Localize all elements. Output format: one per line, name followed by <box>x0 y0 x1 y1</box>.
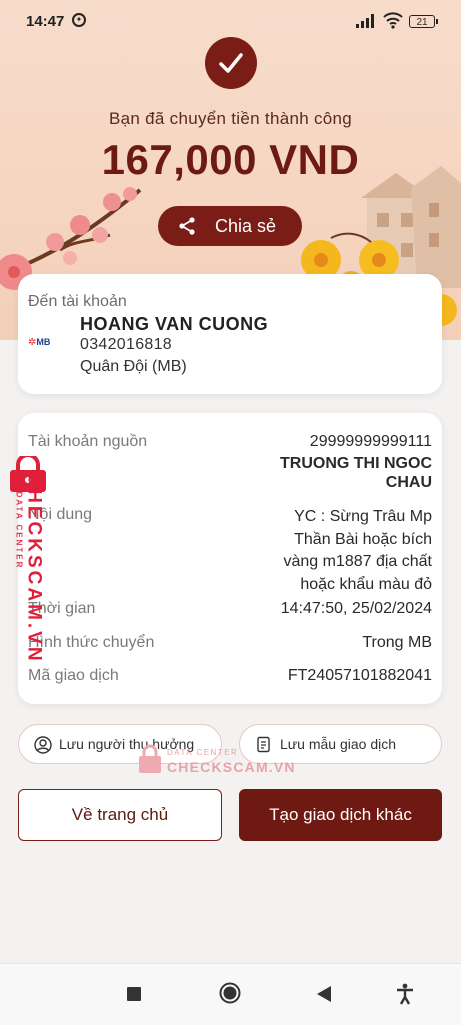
save-template-label: Lưu mẫu giao dịch <box>280 736 396 752</box>
status-time: 14:47 <box>26 13 65 30</box>
watermark-center-subtext: DATA CENTER <box>167 748 239 757</box>
success-message: Bạn đã chuyển tiền thành công <box>108 109 353 128</box>
signal-icon <box>356 14 374 28</box>
source-account-name-line1: TRUONG THI NGOC <box>280 455 432 472</box>
share-label: Chia sẻ <box>215 216 277 236</box>
document-icon <box>257 736 270 753</box>
time-value: 14:47:50, 25/02/2024 <box>280 600 432 617</box>
recipient-bank: Quân Đội (MB) <box>80 358 187 375</box>
system-nav-bar <box>0 963 461 1025</box>
home-icon[interactable] <box>219 982 241 1004</box>
transaction-details-card: Tài khoản nguồn 29999999999111 TRUONG TH… <box>18 413 442 704</box>
checkscam-watermark-center: DATA CENTER CHECKSCAM.VN <box>137 744 295 779</box>
watermark-center-brand: CHECKSCAM.VN <box>167 759 296 775</box>
new-transaction-button[interactable]: Tạo giao dịch khác <box>239 789 442 841</box>
recipient-label: Đến tài khoản <box>28 293 127 310</box>
wifi-icon <box>383 12 403 29</box>
mb-bank-logo: ✲MB <box>28 337 51 348</box>
share-icon <box>179 217 195 235</box>
transaction-code-value: FT24057101882041 <box>287 667 432 684</box>
method-value: Trong MB <box>362 634 432 651</box>
recipient-card: Đến tài khoản ✲MB HOANG VAN CUONG 034201… <box>18 274 442 394</box>
lock-watermark-icon-small <box>139 744 161 773</box>
success-check-icon <box>205 37 257 89</box>
source-account-name-line2: CHAU <box>385 474 432 491</box>
content-value: YC : Sừng Trâu Mp Thần Bài hoặc bích vàn… <box>283 508 432 593</box>
watermark-brand: CHECKSCAM.VN <box>23 472 45 664</box>
messenger-icon: ✦ <box>72 13 86 27</box>
recipient-account: 0342016818 <box>80 336 172 353</box>
source-account-label: Tài khoản nguồn <box>28 433 148 450</box>
save-template-button[interactable]: Lưu mẫu giao dịch <box>239 724 442 764</box>
user-icon <box>34 736 52 754</box>
home-button[interactable]: Về trang chủ <box>18 789 222 841</box>
transfer-amount: 167,000 VND <box>101 136 360 183</box>
source-account-number: 29999999999111 <box>309 433 432 450</box>
recents-icon[interactable] <box>126 986 142 1002</box>
back-icon[interactable] <box>316 985 332 1003</box>
share-button[interactable]: Chia sẻ <box>158 206 302 246</box>
battery-icon: 21 <box>409 15 438 28</box>
checkscam-watermark: DATA CENTER CHECKSCAM.VN <box>6 456 54 664</box>
transaction-code-label: Mã giao dịch <box>28 667 119 684</box>
accessibility-icon[interactable] <box>396 983 414 1005</box>
recipient-name: HOANG VAN CUONG <box>80 314 269 334</box>
save-recipient-button[interactable]: Lưu người thụ hưởng <box>18 724 222 764</box>
